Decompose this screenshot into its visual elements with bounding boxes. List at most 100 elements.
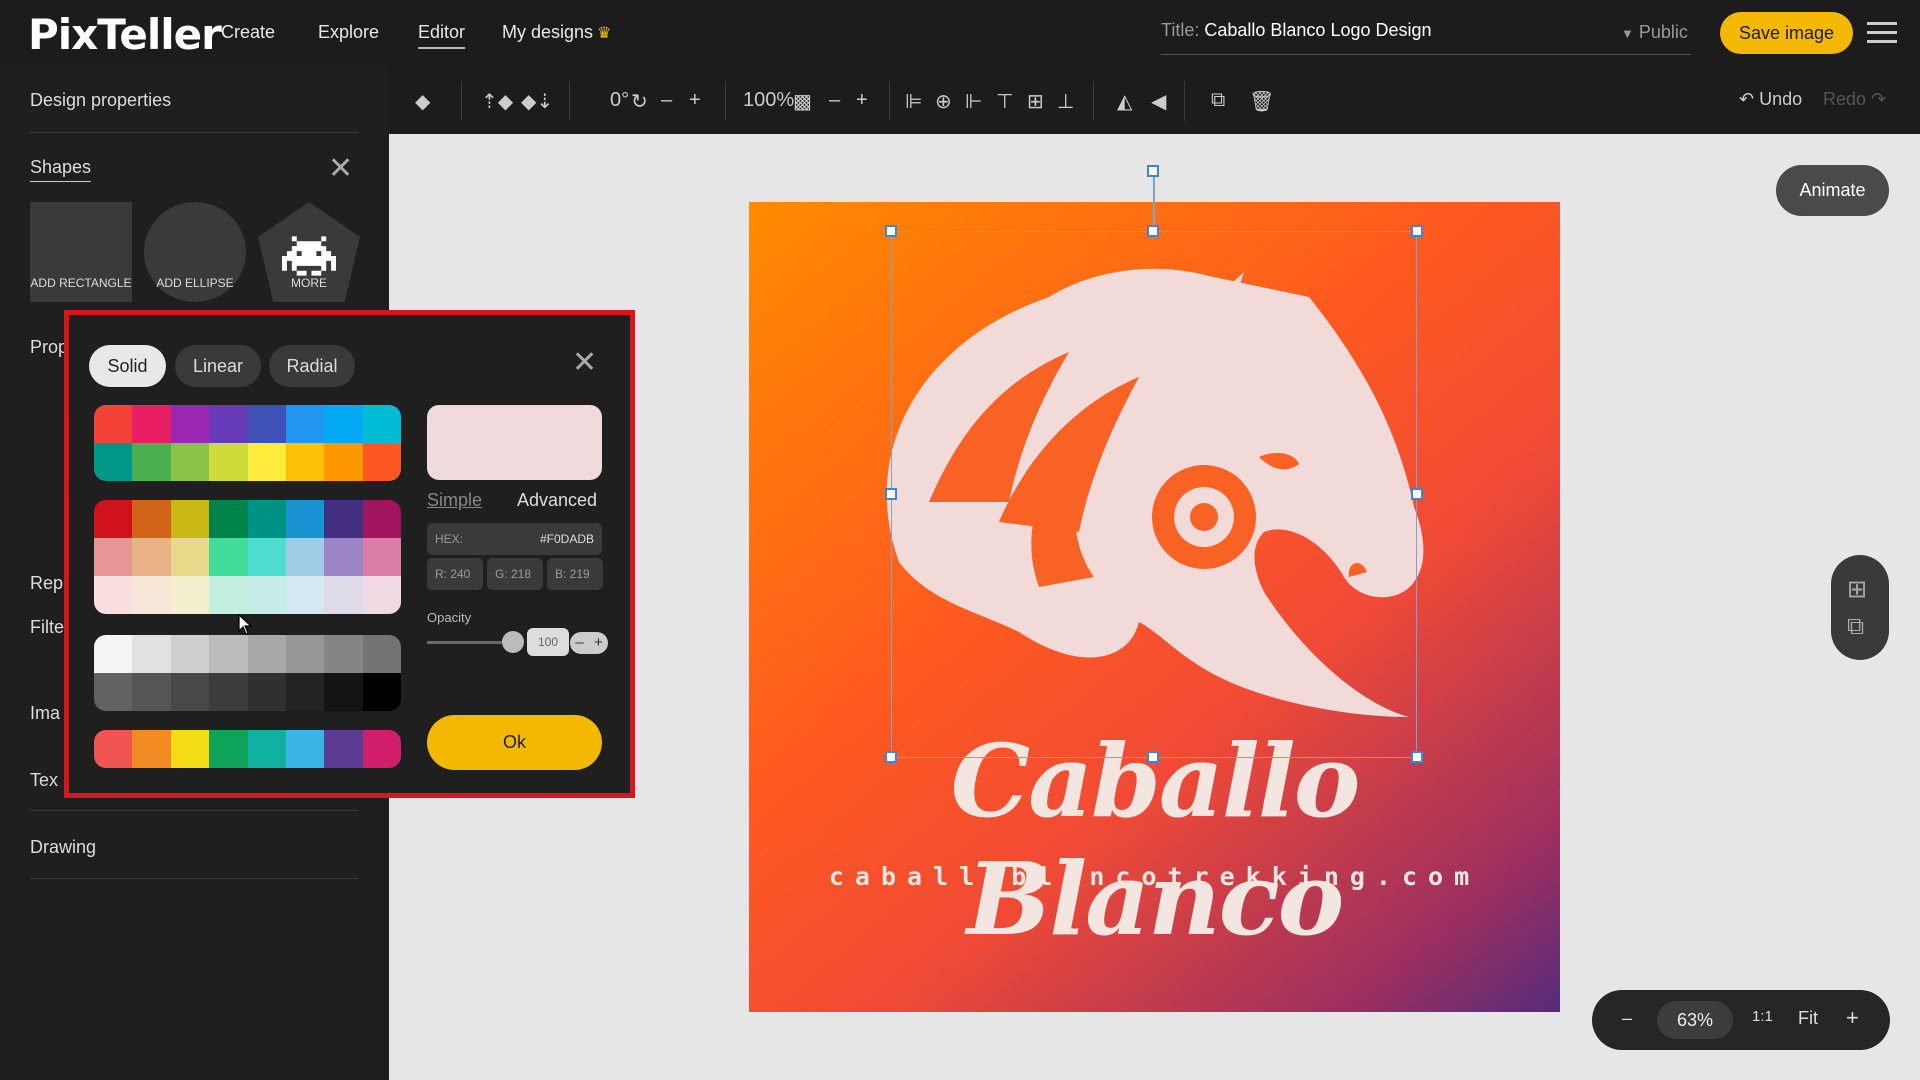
shapes-heading[interactable]: Shapes [30,157,92,182]
color-swatch[interactable] [324,538,363,576]
brand-url-text[interactable]: caballoblancotrekking.com [749,862,1560,891]
color-swatch[interactable] [285,673,325,711]
color-swatch[interactable] [209,405,248,443]
rotate-plus-icon[interactable]: + [689,89,701,112]
red-field[interactable]: R: 240 [427,558,483,590]
color-swatch[interactable] [94,405,133,443]
advanced-mode-link[interactable]: Advanced [517,490,597,511]
color-swatch[interactable] [94,730,133,768]
color-swatch[interactable] [324,635,363,673]
color-swatch[interactable] [94,500,133,538]
resize-handle[interactable] [1411,488,1423,500]
color-swatch[interactable] [324,443,363,481]
color-swatch[interactable] [285,635,325,673]
color-swatch[interactable] [170,635,210,673]
filters-heading[interactable]: Filte [30,617,64,638]
color-swatch[interactable] [285,730,325,768]
opacity-stepper[interactable]: – + [570,632,608,654]
opacity-input[interactable]: 100 [527,628,569,656]
color-swatch[interactable] [209,730,248,768]
color-swatch[interactable] [132,576,171,614]
bring-forward-icon[interactable]: ⇡◆ [481,89,513,114]
rotate-icon[interactable]: ↻ [631,89,648,114]
rotate-handle[interactable] [1147,165,1159,177]
redo-button[interactable]: Redo ↷ [1823,89,1886,110]
color-swatch[interactable] [285,443,325,481]
color-swatch[interactable] [324,576,363,614]
zoom-actual-size-button[interactable]: 1:1 [1752,1008,1773,1025]
add-ellipse-button[interactable]: ADD ELLIPSE [144,202,246,302]
color-swatch[interactable] [247,576,286,614]
nav-create[interactable]: Create [221,22,275,43]
color-swatch[interactable] [209,538,248,576]
send-backward-icon[interactable]: ◆⇣ [521,89,553,114]
color-swatch[interactable] [247,405,286,443]
align-middle-icon[interactable]: ⊞ [1027,89,1044,114]
color-swatch[interactable] [362,538,401,576]
rotate-minus-icon[interactable]: – [661,89,672,112]
zoom-percent[interactable]: 63% [1657,1001,1733,1039]
resize-handle[interactable] [1147,225,1159,237]
color-swatch[interactable] [362,443,401,481]
color-swatch[interactable] [132,405,171,443]
color-swatch[interactable] [132,443,171,481]
color-swatch[interactable] [170,576,210,614]
transparency-icon[interactable]: ▩ [793,89,812,114]
color-swatch[interactable] [132,538,171,576]
color-swatch[interactable] [324,405,363,443]
color-swatch[interactable] [170,443,210,481]
nav-explore[interactable]: Explore [318,22,379,43]
repeat-heading[interactable]: Rep [30,573,63,594]
rotation-value[interactable]: 0° [610,89,629,112]
color-swatch[interactable] [324,730,363,768]
green-field[interactable]: G: 218 [487,558,543,590]
color-swatch[interactable] [362,730,401,768]
opacity-minus-icon[interactable]: – [829,89,840,112]
zoom-out-button[interactable]: – [1622,1008,1632,1029]
color-swatch[interactable] [209,443,248,481]
app-logo[interactable]: PixTeller [28,10,222,59]
color-swatch[interactable] [362,673,401,711]
text-heading[interactable]: Tex [30,770,58,791]
color-swatch[interactable] [94,576,133,614]
align-center-icon[interactable]: ⊕ [935,89,952,114]
color-swatch[interactable] [132,635,171,673]
align-top-icon[interactable]: ⊤ [996,89,1013,114]
color-swatch[interactable] [94,538,133,576]
drawing-heading[interactable]: Drawing [30,837,96,858]
align-right-icon[interactable]: ⊩ [965,89,982,114]
color-swatch[interactable] [170,673,210,711]
close-icon[interactable]: ✕ [328,151,353,186]
resize-handle[interactable] [1147,751,1159,763]
color-swatch[interactable] [247,500,286,538]
duplicate-page-icon[interactable]: ⧉ [1847,613,1864,641]
add-page-icon[interactable]: ⊞ [1847,575,1867,604]
color-swatch[interactable] [132,673,171,711]
color-swatch[interactable] [209,673,248,711]
color-swatch[interactable] [362,576,401,614]
save-image-button[interactable]: Save image [1720,12,1853,54]
color-swatch[interactable] [247,538,286,576]
opacity-minus-button[interactable]: – [575,632,583,654]
color-swatch[interactable] [170,500,210,538]
color-swatch[interactable] [285,405,325,443]
resize-handle[interactable] [1411,751,1423,763]
align-bottom-icon[interactable]: ⊥ [1057,89,1074,114]
tab-solid[interactable]: Solid [89,345,166,387]
image-heading[interactable]: Ima [30,703,60,724]
flip-vertical-icon[interactable]: ◀ [1151,89,1166,114]
color-swatch[interactable] [285,538,325,576]
resize-handle[interactable] [885,488,897,500]
color-swatch[interactable] [362,500,401,538]
color-swatch[interactable] [94,635,133,673]
hex-field[interactable]: HEX: #F0DADB [427,523,602,555]
opacity-slider-handle[interactable] [502,631,524,653]
nav-editor[interactable]: Editor [418,22,466,49]
tab-linear[interactable]: Linear [175,345,261,387]
color-swatch[interactable] [362,405,401,443]
color-swatch[interactable] [94,673,133,711]
animate-button[interactable]: Animate [1776,165,1889,216]
color-swatch[interactable] [247,673,286,711]
undo-button[interactable]: ↶ Undo [1739,89,1802,110]
duplicate-icon[interactable]: ⧉ [1211,89,1225,112]
